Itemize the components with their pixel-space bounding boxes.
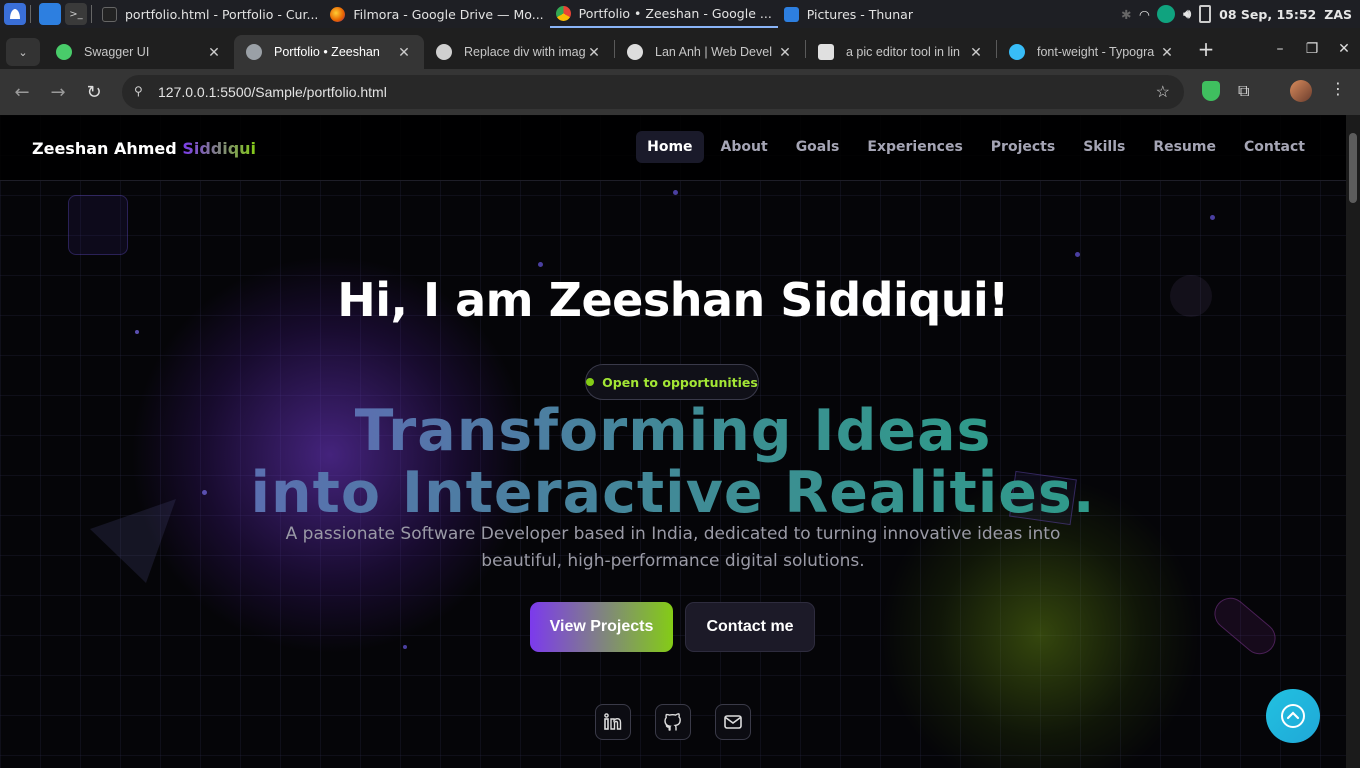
chrome-icon [555,5,571,21]
square-decoration [68,195,128,255]
globe-icon [246,44,262,60]
star-dot-decoration [673,190,678,195]
view-projects-button[interactable]: View Projects [530,602,673,652]
github-link[interactable] [655,704,691,740]
taskbar-window-chrome[interactable]: Portfolio • Zeeshan - Google ... [549,0,778,28]
battery-icon[interactable] [1199,5,1212,23]
star-logo-icon [627,44,643,60]
taskbar-divider [91,5,92,23]
browser-tab-strip: ⌄ Swagger UI ✕ Portfolio • Zeeshan ✕ Rep… [0,28,1360,69]
user-name[interactable]: ZAS [1324,7,1352,22]
taskbar-window-thunar[interactable]: Pictures - Thunar [778,0,919,28]
status-dot-icon [586,378,595,386]
openai-icon [436,44,452,60]
star-dot-decoration [1210,215,1215,220]
nav-resume[interactable]: Resume [1142,131,1227,163]
address-bar[interactable]: ⚲ 127.0.0.1:5500/Sample/portfolio.html ☆ [122,75,1184,109]
email-link[interactable] [715,704,751,740]
close-tab-icon[interactable]: ✕ [777,44,793,61]
url-text: 127.0.0.1:5500/Sample/portfolio.html [158,84,387,100]
nav-contact[interactable]: Contact [1233,131,1316,163]
more-menu-icon[interactable]: ⋮ [1330,79,1346,98]
chatgpt-tray-icon[interactable] [1157,5,1176,23]
page-scrollbar[interactable] [1346,115,1360,768]
os-taskbar: >_ portfolio.html - Portfolio - Cur... F… [0,0,1360,28]
bluetooth-icon[interactable]: ✱ [1121,7,1131,22]
tab-portfolio-zeeshan[interactable]: Portfolio • Zeeshan ✕ [234,35,424,69]
new-tab-plus-icon[interactable]: + [1191,37,1221,61]
close-tab-icon[interactable]: ✕ [968,44,984,61]
tab-search-chevron-down-icon[interactable]: ⌄ [6,38,40,66]
tab-pic-editor[interactable]: a pic editor tool in lin ✕ [806,35,996,69]
taskbar-window-cursor[interactable]: portfolio.html - Portfolio - Cur... [96,0,324,28]
hero-greeting: Hi, I am Zeeshan Siddiqui! [337,273,1009,327]
taskbar-divider [30,5,31,23]
window-controls: – ❐ ✕ [1264,28,1360,69]
github-copilot-icon [818,44,834,60]
bookmark-star-icon[interactable]: ☆ [1156,82,1170,102]
scroll-to-top-button[interactable] [1266,689,1320,743]
nav-about[interactable]: About [710,131,779,163]
adblock-shield-icon[interactable] [1202,81,1220,101]
site-logo[interactable]: Zeeshan Ahmed Siddiqui [32,139,256,158]
clock[interactable]: 08 Sep, 15:52 [1219,7,1316,22]
file-manager-icon[interactable] [39,3,61,25]
extensions-puzzle-icon[interactable]: ⧉ [1238,81,1249,101]
firefox-icon [330,6,346,22]
nav-projects[interactable]: Projects [980,131,1066,163]
github-icon [664,713,681,731]
nav-home[interactable]: Home [636,131,704,163]
star-dot-decoration [1075,252,1080,257]
reload-icon[interactable]: ↻ [76,74,112,110]
close-window-icon[interactable]: ✕ [1328,41,1360,57]
close-tab-icon[interactable]: ✕ [586,44,602,61]
volume-icon[interactable]: 🔊︎ [1183,6,1191,22]
site-navbar: Zeeshan Ahmed Siddiqui Home About Goals … [0,115,1346,181]
nav-goals[interactable]: Goals [785,131,851,163]
system-tray: ✱ ◠ 🔊︎ 08 Sep, 15:52 ZAS [1121,0,1360,28]
linkedin-link[interactable] [595,704,631,740]
minimize-icon[interactable]: – [1264,41,1296,57]
taskbar-window-firefox[interactable]: Filmora - Google Drive — Mo... [324,0,549,28]
close-tab-icon[interactable]: ✕ [396,44,412,61]
hero-subtitle: A passionate Software Developer based in… [285,524,1061,571]
close-tab-icon[interactable]: ✕ [206,44,222,61]
site-nav-links: Home About Goals Experiences Projects Sk… [636,131,1316,163]
page-viewport: Zeeshan Ahmed Siddiqui Home About Goals … [0,115,1346,768]
forward-arrow-icon[interactable]: → [40,74,76,110]
wifi-icon[interactable]: ◠ [1140,7,1150,22]
status-badge: Open to opportunities [585,364,759,400]
star-dot-decoration [403,645,407,649]
tab-lan-anh[interactable]: Lan Anh | Web Devel ✕ [615,35,805,69]
profile-avatar[interactable] [1290,80,1312,102]
restore-icon[interactable]: ❐ [1296,41,1328,57]
headline-line-2: into Interactive Realities. [250,460,1096,526]
tailwind-icon [1009,44,1025,60]
site-info-icon[interactable]: ⚲ [134,84,150,100]
star-dot-decoration [538,262,543,267]
contact-me-button[interactable]: Contact me [685,602,815,652]
nav-skills[interactable]: Skills [1072,131,1136,163]
nav-experiences[interactable]: Experiences [856,131,973,163]
hero-headline: Transforming Ideas into Interactive Real… [0,400,1346,524]
swagger-icon [56,44,72,60]
app-menu-icon[interactable] [4,3,26,25]
terminal-icon[interactable]: >_ [65,3,87,25]
tab-font-weight[interactable]: font-weight - Typogra ✕ [997,35,1187,69]
scrollbar-thumb[interactable] [1349,133,1357,203]
tab-replace-div[interactable]: Replace div with imag ✕ [424,35,614,69]
tab-swagger-ui[interactable]: Swagger UI ✕ [44,35,234,69]
close-tab-icon[interactable]: ✕ [1159,44,1175,61]
star-dot-decoration [135,330,139,334]
chevron-up-icon [1281,704,1305,728]
cursor-icon [102,6,117,22]
browser-toolbar: ← → ↻ ⚲ 127.0.0.1:5500/Sample/portfolio.… [0,69,1360,115]
mail-icon [724,715,742,729]
linkedin-icon [604,713,622,730]
back-arrow-icon[interactable]: ← [4,74,40,110]
folder-icon [783,6,799,22]
headline-line-1: Transforming Ideas [354,398,992,464]
